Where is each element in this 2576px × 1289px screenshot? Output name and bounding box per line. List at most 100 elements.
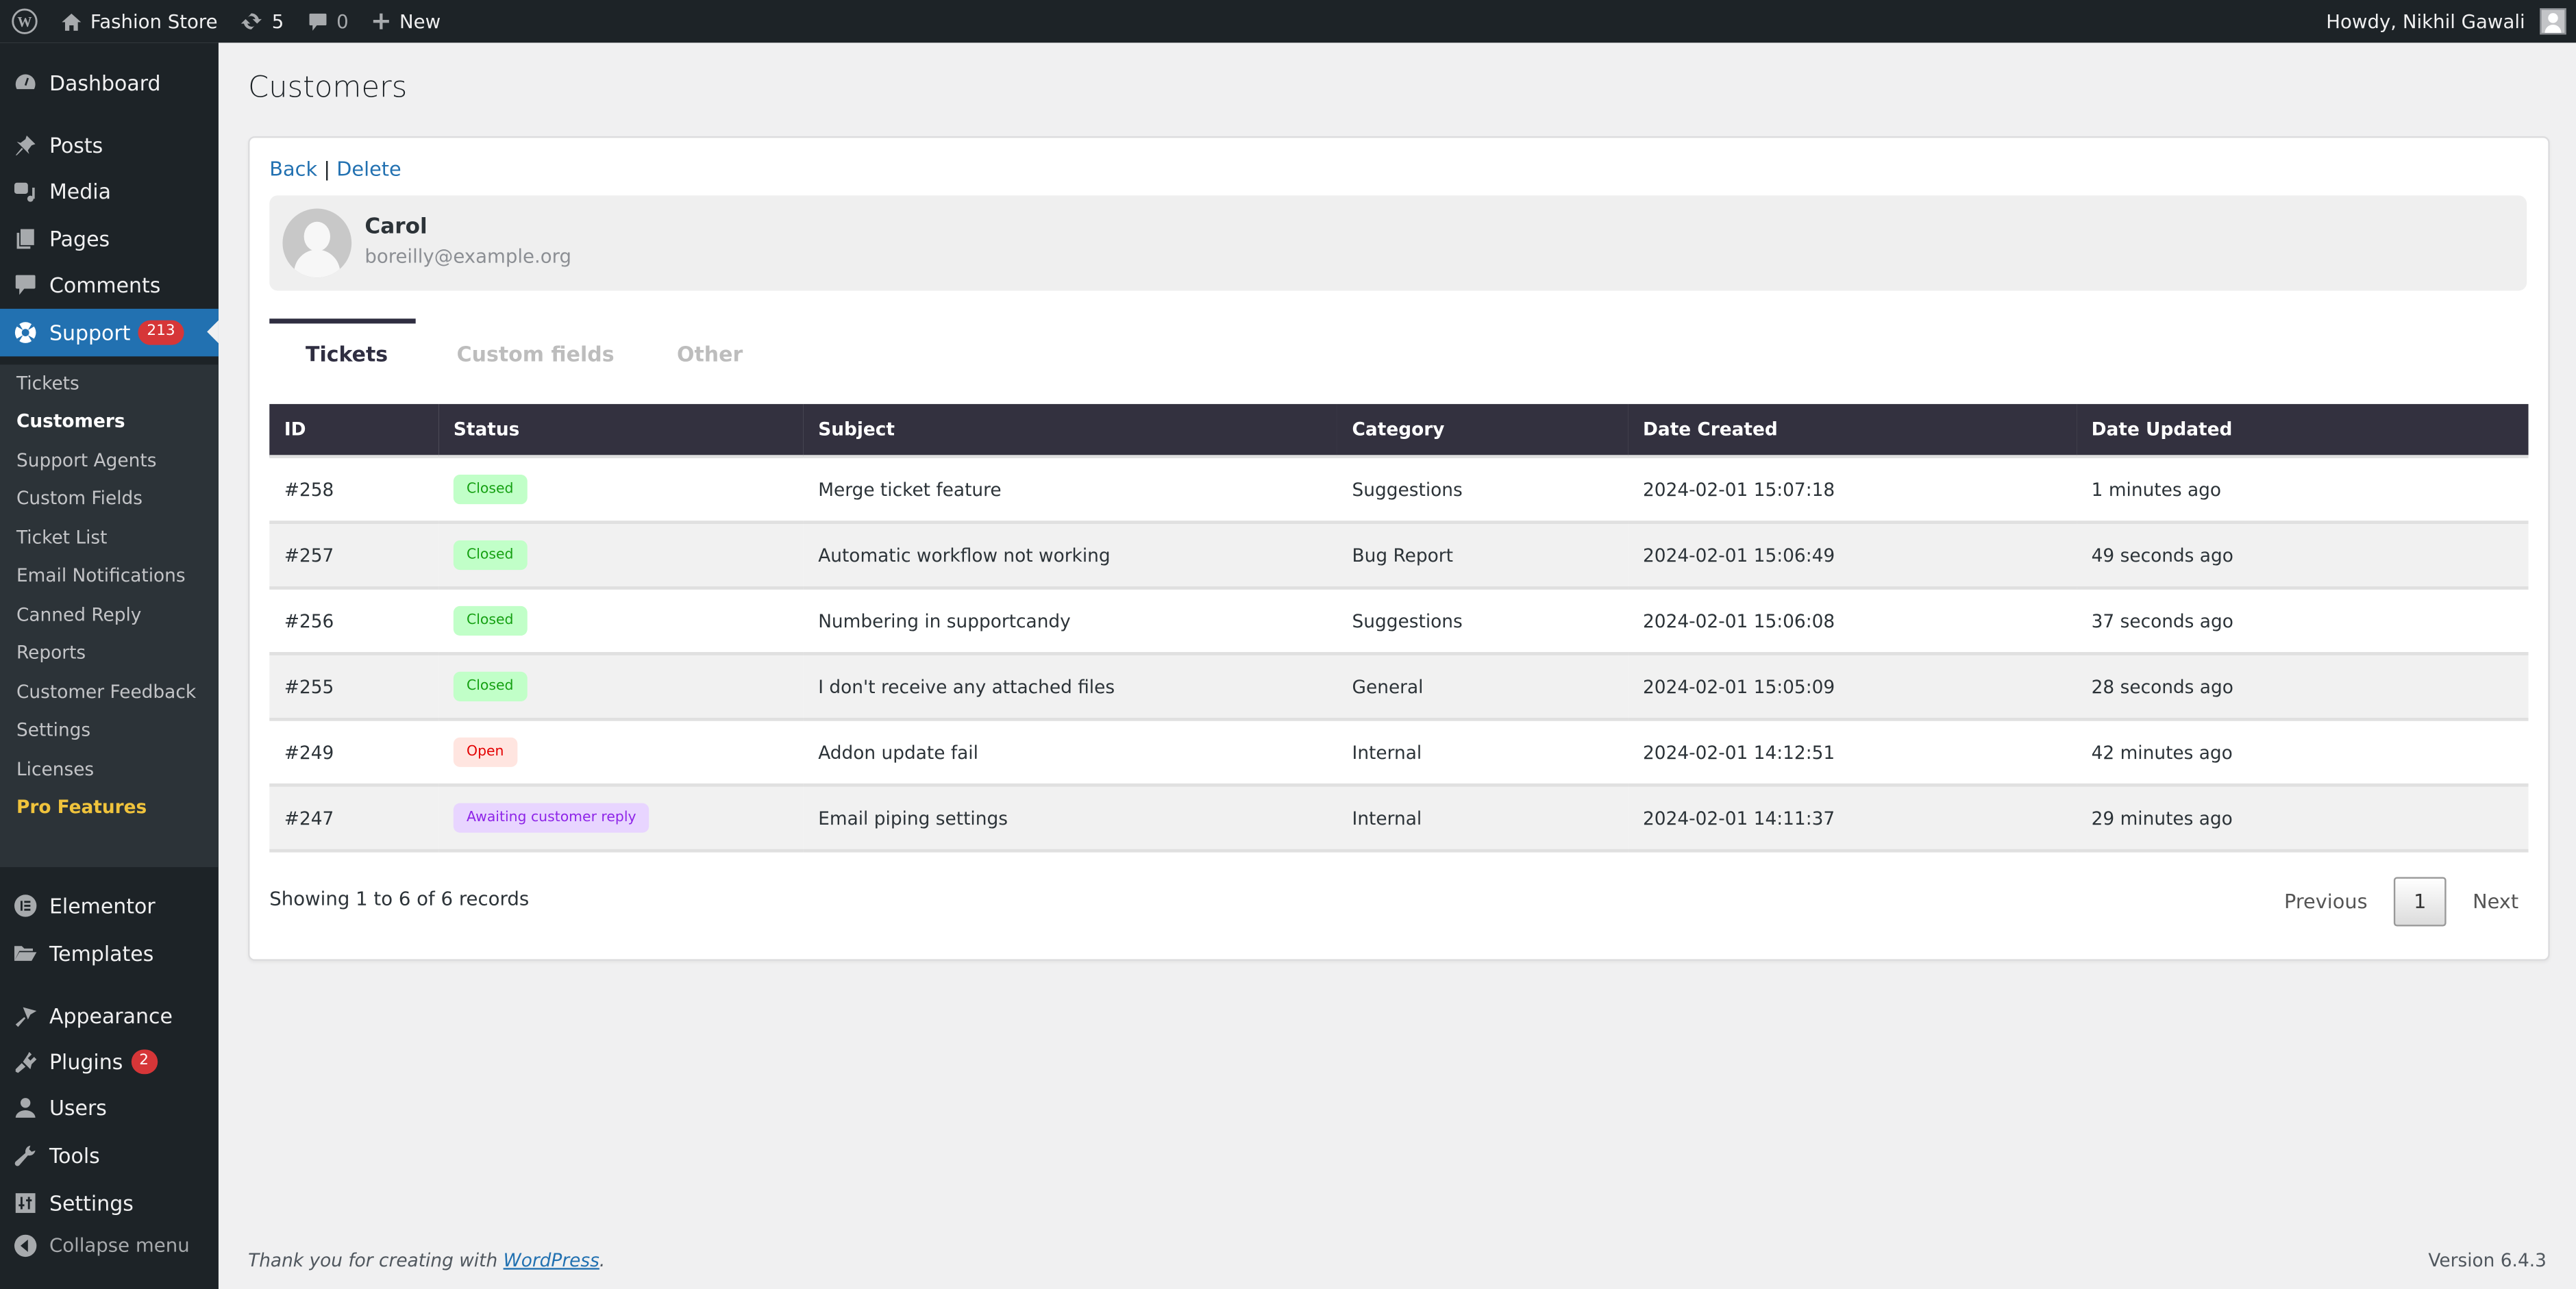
column-header-date-updated[interactable]: Date Updated [2077, 403, 2529, 457]
submenu-item-reports[interactable]: Reports [16, 642, 86, 664]
column-header-subject[interactable]: Subject [803, 403, 1337, 457]
comments-link[interactable]: 0 [295, 0, 360, 42]
submenu-item-customers[interactable]: Customers [16, 411, 125, 432]
plugins-update-badge: 2 [131, 1049, 158, 1074]
submenu-item-customer-feedback[interactable]: Customer Feedback [16, 681, 196, 703]
ticket-id[interactable]: #258 [284, 479, 334, 500]
ticket-category: Suggestions [1352, 610, 1463, 632]
pagination: Previous 1 Next [2275, 877, 2529, 927]
ticket-id-cell: #255 [269, 652, 439, 720]
tab-custom-fields[interactable]: Custom fields [457, 342, 615, 366]
status-badge: Closed [453, 671, 527, 701]
ticket-id[interactable]: #256 [284, 610, 334, 631]
ticket-subject-cell: Email piping settings [803, 783, 1337, 853]
wordpress-link[interactable]: WordPress [504, 1250, 599, 1271]
customer-profile: Carol boreilly@example.org [269, 195, 2527, 291]
media-icon [12, 177, 38, 203]
ticket-id[interactable]: #257 [284, 545, 334, 566]
ticket-status-cell: Awaiting customer reply [438, 783, 804, 853]
table-row[interactable]: #249 Open Addon update fail Internal 2024-02… [269, 717, 2529, 786]
ticket-id-cell: #256 [269, 586, 439, 654]
submenu-item-settings[interactable]: Settings [16, 719, 90, 740]
status-badge: Closed [453, 540, 527, 571]
submenu-item-tickets[interactable]: Tickets [16, 373, 79, 394]
ticket-date-created-cell: 2024-02-01 14:11:37 [1628, 783, 2077, 853]
comments-count: 0 [336, 10, 349, 33]
collapse-menu-button[interactable]: Collapse menu [0, 1222, 219, 1268]
ticket-subject[interactable]: Merge ticket feature [818, 479, 1001, 500]
tab-other[interactable]: Other [677, 342, 743, 366]
ticket-id[interactable]: #247 [284, 808, 334, 829]
action-separator: | [323, 158, 331, 181]
ticket-category-cell: Bug Report [1337, 521, 1628, 588]
status-badge: Closed [453, 475, 527, 505]
sidebar-item-templates[interactable]: Templates [0, 929, 219, 975]
sidebar-item-label: Comments [49, 271, 161, 297]
column-header-category[interactable]: Category [1337, 403, 1628, 457]
ticket-id[interactable]: #255 [284, 676, 334, 697]
sidebar-item-appearance[interactable]: Appearance [0, 992, 219, 1038]
ticket-subject[interactable]: Automatic workflow not working [818, 545, 1110, 566]
sidebar-item-label: Pages [49, 225, 110, 251]
submenu-item-custom-fields[interactable]: Custom Fields [16, 488, 143, 509]
ticket-subject[interactable]: Email piping settings [818, 808, 1008, 829]
site-name: Fashion Store [90, 10, 218, 33]
updates-link[interactable]: 5 [229, 0, 295, 42]
page-1-button[interactable]: 1 [2393, 877, 2447, 927]
ticket-subject[interactable]: I don't receive any attached files [818, 676, 1115, 697]
previous-page-button[interactable]: Previous [2275, 890, 2377, 914]
ticket-date-created-cell: 2024-02-01 14:12:51 [1628, 717, 2077, 786]
sidebar-item-plugins[interactable]: Plugins 2 [0, 1038, 219, 1084]
column-header-date-created[interactable]: Date Created [1628, 403, 2077, 457]
table-row[interactable]: #247 Awaiting customer reply Email piping … [269, 783, 2529, 853]
table-row[interactable]: #257 Closed Automatic workflow not working… [269, 521, 2529, 588]
site-name-link[interactable]: Fashion Store [49, 0, 230, 42]
user-account-menu[interactable]: Howdy, Nikhil Gawali [2315, 0, 2576, 42]
submenu-item-email-notifications[interactable]: Email Notifications [16, 565, 186, 586]
submenu-item-canned-reply[interactable]: Canned Reply [16, 604, 141, 625]
ticket-date-created: 2024-02-01 15:06:08 [1643, 610, 1835, 632]
wp-logo-button[interactable]: W [0, 0, 49, 42]
sidebar-item-support[interactable]: Support 213 [0, 308, 219, 357]
user-icon [12, 1094, 38, 1120]
sidebar-item-label: Plugins [49, 1049, 123, 1074]
next-page-button[interactable]: Next [2463, 890, 2529, 914]
updates-icon [241, 13, 263, 29]
ticket-date-updated-cell: 1 minutes ago [2077, 455, 2529, 523]
tab-tickets[interactable]: Tickets [306, 342, 388, 366]
sidebar-item-dashboard[interactable]: Dashboard [0, 59, 219, 105]
submenu-item-pro-features[interactable]: Pro Features [16, 797, 147, 818]
ticket-id[interactable]: #249 [284, 742, 334, 763]
back-link[interactable]: Back [269, 158, 317, 181]
sidebar-item-pages[interactable]: Pages [0, 215, 219, 261]
sidebar-item-users[interactable]: Users [0, 1084, 219, 1130]
sidebar-item-label: Posts [49, 132, 103, 158]
updates-count: 5 [271, 10, 284, 33]
new-label: New [399, 10, 441, 33]
column-header-status[interactable]: Status [438, 403, 804, 457]
submenu-item-licenses[interactable]: Licenses [16, 759, 94, 780]
svg-text:W: W [17, 14, 32, 30]
ticket-subject[interactable]: Addon update fail [818, 742, 978, 763]
table-row[interactable]: #255 Closed I don't receive any attached f… [269, 652, 2529, 720]
submenu-item-support-agents[interactable]: Support Agents [16, 450, 157, 471]
column-header-id[interactable]: ID [269, 403, 439, 457]
sidebar-item-posts[interactable]: Posts [0, 121, 219, 167]
delete-link[interactable]: Delete [336, 158, 401, 181]
pin-icon [12, 132, 38, 158]
sidebar-item-elementor[interactable]: Elementor [0, 882, 219, 928]
sidebar-item-media[interactable]: Media [0, 168, 219, 214]
sidebar-item-settings[interactable]: Settings [0, 1179, 219, 1225]
user-greeting: Howdy, Nikhil Gawali [2326, 10, 2525, 33]
table-row[interactable]: #256 Closed Numbering in supportcandy Sugge… [269, 586, 2529, 654]
sidebar-item-comments[interactable]: Comments [0, 261, 219, 307]
ticket-category: Bug Report [1352, 544, 1453, 566]
new-content-button[interactable]: New [360, 0, 452, 42]
table-row[interactable]: #258 Closed Merge ticket feature Suggestion… [269, 455, 2529, 523]
page-title: Customers [248, 71, 408, 105]
wrench-icon [12, 1142, 38, 1168]
submenu-item-ticket-list[interactable]: Ticket List [16, 527, 108, 549]
sidebar-item-tools[interactable]: Tools [0, 1131, 219, 1177]
ticket-subject[interactable]: Numbering in supportcandy [818, 610, 1071, 631]
ticket-date-updated-cell: 28 seconds ago [2077, 652, 2529, 720]
